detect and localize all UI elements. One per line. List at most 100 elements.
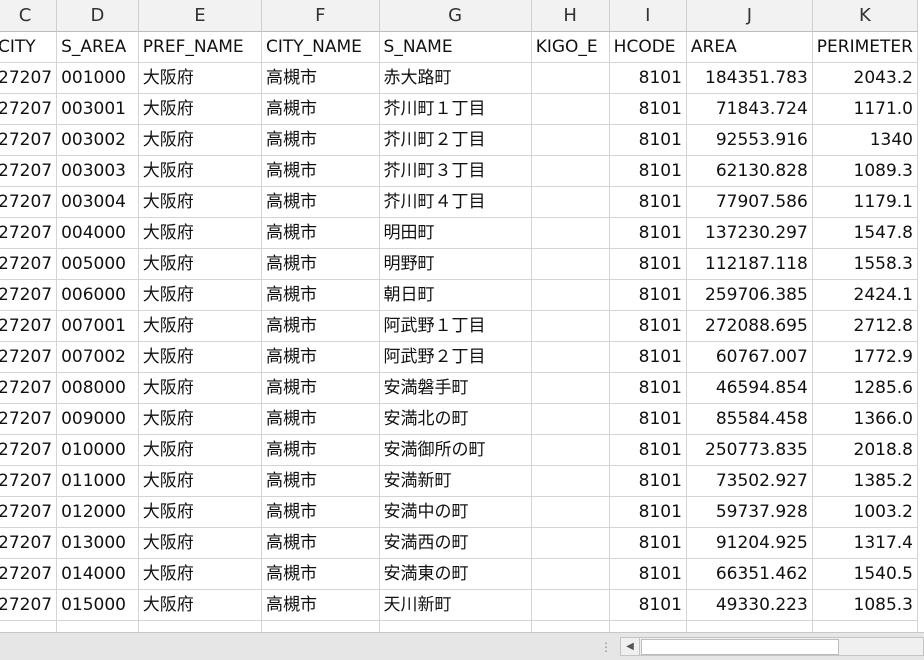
cell[interactable]: 赤大路町 — [379, 62, 532, 94]
cell[interactable]: 8101 — [609, 465, 687, 497]
cell[interactable]: 8101 — [609, 310, 687, 342]
cell[interactable]: 大阪府 — [138, 372, 263, 404]
cell[interactable]: 46594.854 — [686, 372, 813, 404]
cell[interactable] — [812, 620, 919, 632]
cell[interactable] — [138, 620, 263, 632]
cell[interactable]: 大阪府 — [138, 279, 263, 311]
cell[interactable]: 112187.118 — [686, 248, 813, 280]
cell[interactable]: 009000 — [56, 403, 139, 435]
cell[interactable]: 8101 — [609, 434, 687, 466]
cell[interactable]: 27207 — [0, 372, 58, 404]
cell[interactable]: 91204.925 — [686, 527, 813, 559]
cell[interactable]: 1003.2 — [812, 496, 919, 528]
cell[interactable]: 8101 — [609, 558, 687, 590]
cell[interactable]: 1171.0 — [812, 93, 919, 125]
cell[interactable]: 011000 — [56, 465, 139, 497]
cell[interactable]: 天川新町 — [379, 589, 532, 621]
cell[interactable]: 007001 — [56, 310, 139, 342]
cell[interactable]: 高槻市 — [261, 341, 380, 373]
cell[interactable] — [686, 620, 813, 632]
cell[interactable]: 27207 — [0, 589, 58, 621]
cell[interactable] — [531, 527, 610, 559]
cell[interactable]: 250773.835 — [686, 434, 813, 466]
cell[interactable]: 高槻市 — [261, 403, 380, 435]
scrollbar-thumb[interactable] — [641, 639, 839, 655]
cell[interactable]: 27207 — [0, 248, 58, 280]
cell[interactable]: 安満御所の町 — [379, 434, 532, 466]
field-header-cell[interactable]: PERIMETER — [812, 31, 919, 63]
cell[interactable]: 2712.8 — [812, 310, 919, 342]
cell[interactable]: 1085.3 — [812, 589, 919, 621]
cell[interactable] — [609, 620, 687, 632]
cell[interactable]: 73502.927 — [686, 465, 813, 497]
cell[interactable]: 013000 — [56, 527, 139, 559]
cell[interactable]: 8101 — [609, 589, 687, 621]
cell[interactable]: 芥川町３丁目 — [379, 155, 532, 187]
cell[interactable]: 安満北の町 — [379, 403, 532, 435]
cell[interactable]: 1179.1 — [812, 186, 919, 218]
cell[interactable]: 8101 — [609, 248, 687, 280]
cell[interactable]: 1366.0 — [812, 403, 919, 435]
column-letter-g[interactable]: G — [379, 0, 532, 32]
cell[interactable]: 大阪府 — [138, 248, 263, 280]
cell[interactable]: 大阪府 — [138, 186, 263, 218]
cell[interactable]: 芥川町１丁目 — [379, 93, 532, 125]
cell[interactable]: 8101 — [609, 496, 687, 528]
cell[interactable]: 27207 — [0, 341, 58, 373]
cell[interactable]: 高槻市 — [261, 155, 380, 187]
cell[interactable]: 001000 — [56, 62, 139, 94]
cell[interactable]: 8101 — [609, 124, 687, 156]
horizontal-scrollbar[interactable]: ◀ — [620, 637, 924, 656]
cell[interactable]: 大阪府 — [138, 155, 263, 187]
cell[interactable] — [531, 496, 610, 528]
column-letter-e[interactable]: E — [138, 0, 263, 32]
cell[interactable] — [379, 620, 532, 632]
cell[interactable]: 27207 — [0, 279, 58, 311]
cell[interactable]: 高槻市 — [261, 527, 380, 559]
cell[interactable]: 大阪府 — [138, 341, 263, 373]
cell[interactable]: 安満新町 — [379, 465, 532, 497]
cell[interactable]: 1772.9 — [812, 341, 919, 373]
split-handle-icon[interactable]: ⋮ — [600, 640, 612, 654]
cell[interactable]: 1317.4 — [812, 527, 919, 559]
cell[interactable]: 8101 — [609, 341, 687, 373]
cell[interactable] — [531, 248, 610, 280]
cell[interactable]: 大阪府 — [138, 527, 263, 559]
cell[interactable]: 003003 — [56, 155, 139, 187]
triangle-left-icon[interactable]: ◀ — [621, 638, 640, 655]
cell[interactable]: 8101 — [609, 186, 687, 218]
cell[interactable] — [531, 155, 610, 187]
cell[interactable]: 8101 — [609, 217, 687, 249]
cell[interactable]: 大阪府 — [138, 496, 263, 528]
field-header-cell[interactable]: PREF_NAME — [138, 31, 263, 63]
field-header-cell[interactable]: CITY — [0, 31, 58, 63]
cell[interactable]: 184351.783 — [686, 62, 813, 94]
cell[interactable]: 012000 — [56, 496, 139, 528]
field-header-cell[interactable]: HCODE — [609, 31, 687, 63]
cell[interactable]: 60767.007 — [686, 341, 813, 373]
cell[interactable]: 8101 — [609, 403, 687, 435]
cell[interactable]: 朝日町 — [379, 279, 532, 311]
cell[interactable]: 1547.8 — [812, 217, 919, 249]
cell[interactable]: 27207 — [0, 496, 58, 528]
cell[interactable]: 安満磐手町 — [379, 372, 532, 404]
column-letter-i[interactable]: I — [609, 0, 687, 32]
cell[interactable]: 高槻市 — [261, 558, 380, 590]
cell[interactable]: 007002 — [56, 341, 139, 373]
cell[interactable]: 大阪府 — [138, 589, 263, 621]
column-letter-k[interactable]: K — [812, 0, 919, 32]
cell[interactable]: 大阪府 — [138, 558, 263, 590]
cell[interactable]: 2043.2 — [812, 62, 919, 94]
cell[interactable]: 1385.2 — [812, 465, 919, 497]
cell[interactable]: 137230.297 — [686, 217, 813, 249]
cell[interactable]: 安満東の町 — [379, 558, 532, 590]
cell[interactable]: 27207 — [0, 217, 58, 249]
cell[interactable]: 明田町 — [379, 217, 532, 249]
cell[interactable]: 高槻市 — [261, 217, 380, 249]
cell[interactable]: 大阪府 — [138, 124, 263, 156]
cell[interactable] — [56, 620, 139, 632]
cell[interactable] — [531, 620, 610, 632]
cell[interactable]: 大阪府 — [138, 465, 263, 497]
cell[interactable]: 27207 — [0, 310, 58, 342]
cell[interactable]: 高槻市 — [261, 372, 380, 404]
